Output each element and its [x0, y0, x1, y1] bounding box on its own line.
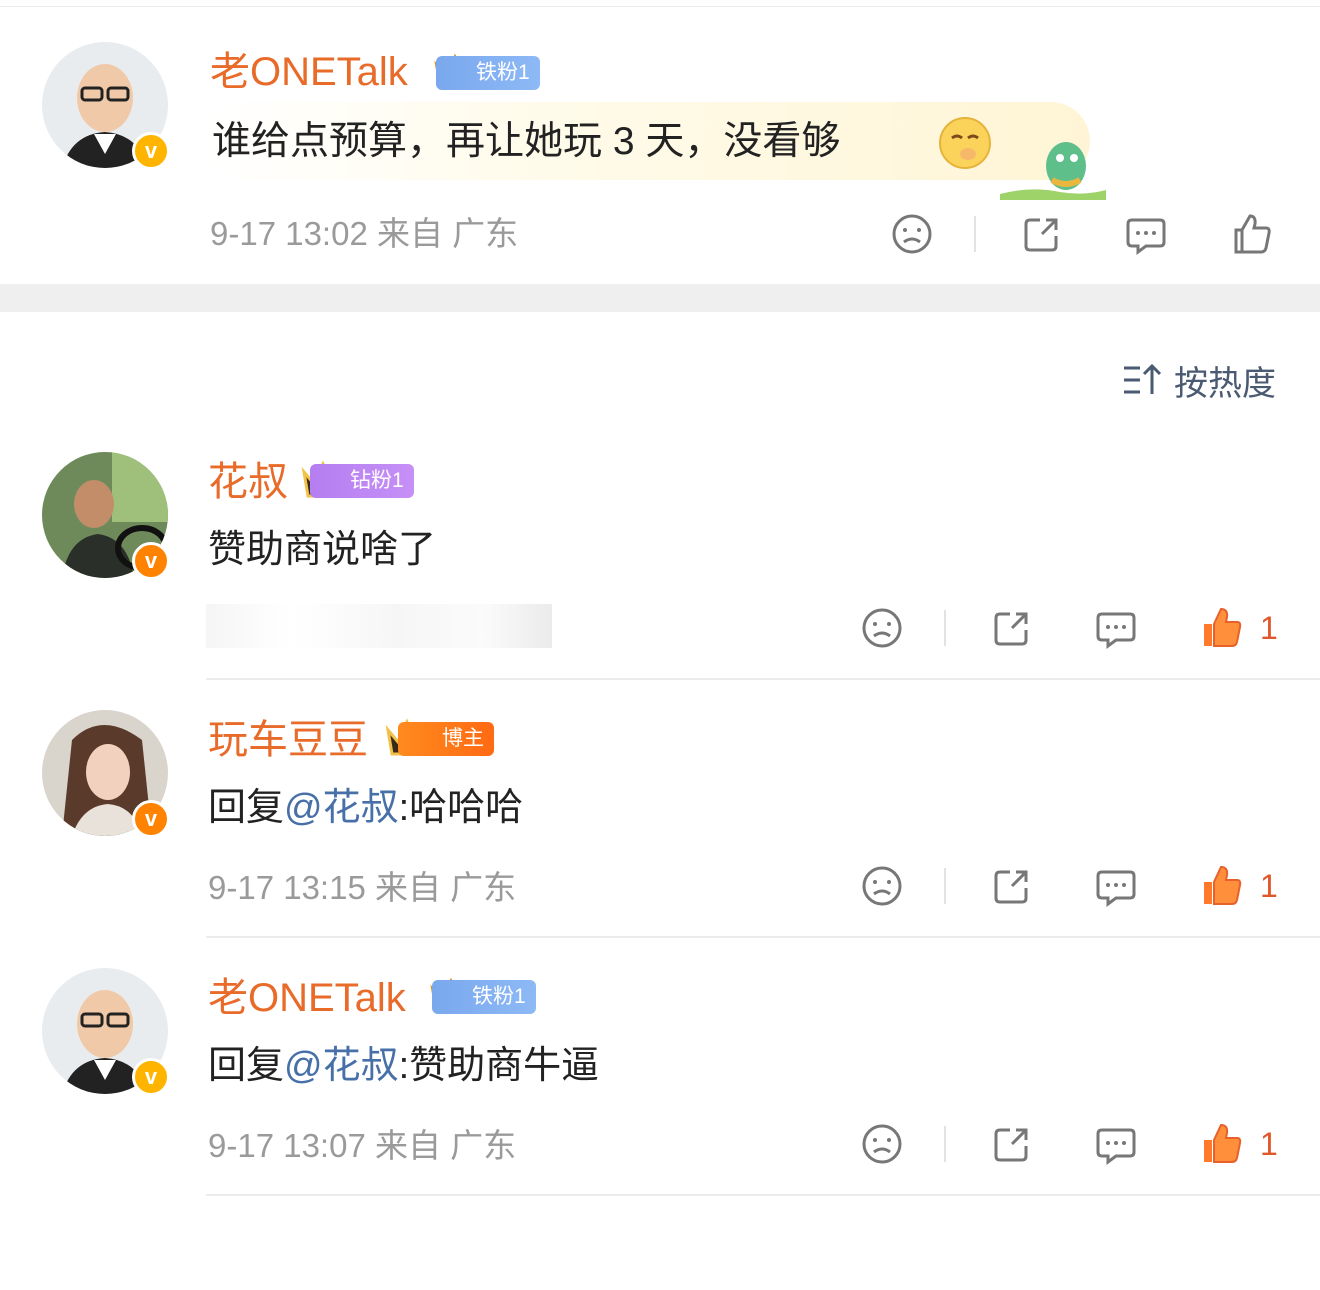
- reply-prefix: 回复: [208, 787, 285, 829]
- share-icon: [994, 1128, 1028, 1162]
- avatar[interactable]: v: [42, 968, 170, 1096]
- sad-face-icon: [862, 1124, 902, 1164]
- like-button[interactable]: [1198, 862, 1246, 910]
- sad-face-icon: [862, 866, 902, 906]
- comment-text: 赞助商说啥了: [208, 529, 437, 571]
- like-count: 1: [1260, 1126, 1278, 1162]
- share-icon: [994, 870, 1028, 904]
- thumbs-up-filled-icon: [1204, 865, 1242, 905]
- comment-button[interactable]: [1092, 1120, 1140, 1168]
- like-button[interactable]: [1198, 604, 1246, 652]
- comment-button[interactable]: [1092, 862, 1140, 910]
- verified-badge-icon: v: [132, 132, 170, 170]
- like-button[interactable]: [1198, 1120, 1246, 1168]
- fan-badge-label: 钻粉1: [350, 469, 404, 492]
- reply-body: :赞助商牛逼: [398, 1045, 600, 1087]
- verified-badge-icon: v: [132, 542, 170, 580]
- fan-badge: 铁粉1: [432, 980, 536, 1014]
- post-meta: 9-17 13:02 来自 广东: [210, 215, 519, 252]
- action-separator: [944, 610, 946, 646]
- comment-actions: 1: [858, 862, 1278, 910]
- dislike-button[interactable]: [888, 210, 936, 258]
- fan-badge: 铁粉1: [436, 56, 540, 90]
- dislike-button[interactable]: [858, 604, 906, 652]
- like-count: 1: [1260, 868, 1278, 904]
- post-text: 谁给点预算，再让她玩 3 天，没看够: [212, 118, 840, 166]
- comment-actions: 1: [858, 1120, 1278, 1168]
- avatar[interactable]: v: [42, 452, 170, 580]
- sort-label: 按热度: [1174, 364, 1276, 403]
- share-icon: [994, 612, 1028, 646]
- comment-meta-blurred: [206, 604, 552, 648]
- share-button[interactable]: [988, 862, 1036, 910]
- comment-divider: [206, 678, 1320, 680]
- comment-text: 回复@花叔:赞助商牛逼: [208, 1042, 599, 1090]
- comment-actions: 1: [858, 604, 1278, 652]
- verified-badge-icon: v: [132, 800, 170, 838]
- fan-badge: 钻粉1: [310, 464, 414, 498]
- comment-icon: [1096, 612, 1136, 649]
- dislike-button[interactable]: [858, 1120, 906, 1168]
- dinosaur-sticker-icon: [1000, 142, 1106, 200]
- reply-prefix: 回复: [208, 1045, 285, 1087]
- share-icon: [1024, 218, 1058, 252]
- comment-username[interactable]: 老ONETalk: [208, 974, 406, 1022]
- post: v 老ONETalk 铁粉1 谁给点预算，再让她玩 3 天，没看够 9-17 1…: [0, 0, 1320, 284]
- comment-username[interactable]: 花叔: [208, 458, 288, 506]
- fan-badge-label: 博主: [442, 727, 484, 750]
- sort-toggle[interactable]: 按热度: [1122, 358, 1276, 403]
- fan-badge-label: 铁粉1: [472, 985, 526, 1008]
- thumbs-up-filled-icon: [1204, 607, 1242, 647]
- comment-username[interactable]: 玩车豆豆: [208, 716, 368, 764]
- comment-icon: [1096, 870, 1136, 907]
- mention-link[interactable]: @花叔: [284, 787, 399, 829]
- post-username[interactable]: 老ONETalk: [210, 48, 408, 96]
- mention-link[interactable]: @花叔: [284, 1045, 399, 1087]
- thumbs-up-filled-icon: [1204, 1123, 1242, 1163]
- reply-body: :哈哈哈: [398, 787, 524, 829]
- comment-divider: [206, 1194, 1320, 1196]
- share-button[interactable]: [988, 604, 1036, 652]
- like-button[interactable]: [1228, 210, 1276, 258]
- avatar[interactable]: v: [42, 710, 170, 838]
- shush-emoji-icon: [939, 117, 991, 169]
- sad-face-icon: [862, 608, 902, 648]
- sort-up-icon: [1124, 363, 1162, 394]
- comment-divider: [206, 936, 1320, 938]
- comment-button[interactable]: [1122, 210, 1170, 258]
- avatar[interactable]: v: [42, 42, 170, 170]
- like-count: 1: [1260, 610, 1278, 646]
- comment-button[interactable]: [1092, 604, 1140, 652]
- sad-face-icon: [892, 214, 932, 254]
- share-button[interactable]: [988, 1120, 1036, 1168]
- thumbs-up-icon: [1234, 214, 1271, 254]
- post-text-body: 谁给点预算，再让她玩 3 天，没看够: [212, 120, 841, 163]
- verified-badge-icon: v: [132, 1058, 170, 1096]
- fan-badge-label: 铁粉1: [476, 61, 530, 84]
- post-actions: [888, 210, 1288, 258]
- action-separator: [944, 1126, 946, 1162]
- action-separator: [944, 868, 946, 904]
- dislike-button[interactable]: [858, 862, 906, 910]
- comment-icon: [1096, 1128, 1136, 1165]
- action-separator: [974, 216, 976, 252]
- comment-meta: 9-17 13:15 来自 广东: [208, 869, 517, 906]
- comment-icon: [1126, 218, 1166, 255]
- comment-meta: 9-17 13:07 来自 广东: [208, 1127, 517, 1164]
- share-button[interactable]: [1018, 210, 1066, 258]
- fan-badge: 博主: [398, 722, 494, 756]
- comment-text: 回复@花叔:哈哈哈: [208, 784, 523, 832]
- section-gap: [0, 284, 1320, 312]
